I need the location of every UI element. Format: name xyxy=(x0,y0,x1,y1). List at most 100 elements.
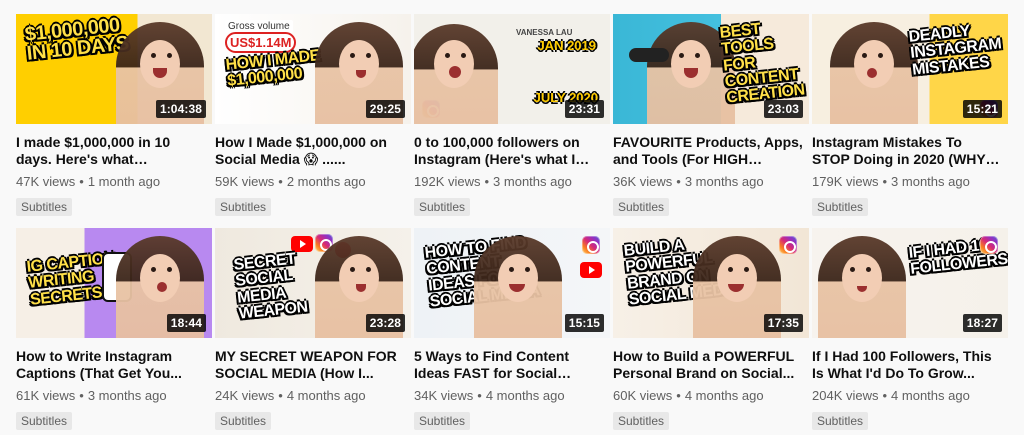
video-thumbnail[interactable]: BUILD A POWERFUL BRAND ON SOCIAL MEDIA 1… xyxy=(613,228,809,338)
video-title[interactable]: 0 to 100,000 followers on Instagram (Her… xyxy=(414,134,604,168)
view-count: 47K views xyxy=(16,174,76,189)
creator-face xyxy=(140,40,180,88)
date-badge-top: JAN 2019 xyxy=(537,38,596,53)
eye xyxy=(461,53,466,58)
separator-dot: • xyxy=(882,174,888,189)
video-card[interactable]: IF I HAD 100 FOLLOWERS... 18:27 If I Had… xyxy=(812,228,1008,435)
separator-dot: • xyxy=(278,174,283,189)
video-card[interactable]: IG CAPTION WRITING SECRETS 18:44 How to … xyxy=(16,228,212,435)
video-stats: 36K views • 3 months ago xyxy=(613,174,809,190)
creator-face xyxy=(717,254,757,302)
video-thumbnail[interactable]: VANESSA LAU JAN 2019 JULY 2020 23:31 xyxy=(414,14,610,124)
separator-dot: • xyxy=(278,388,283,403)
video-thumbnail[interactable]: IG CAPTION WRITING SECRETS 18:44 xyxy=(16,228,212,338)
video-card[interactable]: BUILD A POWERFUL BRAND ON SOCIAL MEDIA 1… xyxy=(613,228,809,435)
video-thumbnail[interactable]: DEADLY INSTAGRAM MISTAKES 15:21 xyxy=(812,14,1008,124)
separator-dot: • xyxy=(676,388,681,403)
instagram-icon xyxy=(779,236,797,254)
upload-age: 2 months ago xyxy=(286,174,366,189)
video-meta: FAVOURITE Products, Apps, and Tools (For… xyxy=(613,124,809,216)
creator-face xyxy=(842,254,882,302)
video-title[interactable]: How to Write Instagram Captions (That Ge… xyxy=(16,348,206,382)
video-title[interactable]: How I Made $1,000,000 on Social Media 😱 … xyxy=(215,134,405,168)
upload-age: 4 months ago xyxy=(891,388,970,403)
video-meta: MY SECRET WEAPON FOR SOCIAL MEDIA (How I… xyxy=(215,338,411,430)
video-card[interactable]: $1,000,000 IN 10 DAYS 1:04:38 I made $1,… xyxy=(16,14,212,221)
view-count: 60K views xyxy=(613,388,673,403)
video-duration: 17:35 xyxy=(763,314,803,332)
video-meta: If I Had 100 Followers, This Is What I'd… xyxy=(812,338,1008,430)
video-title[interactable]: 5 Ways to Find Content Ideas FAST for So… xyxy=(414,348,604,382)
creator-face xyxy=(434,40,474,88)
subtitles-badge: Subtitles xyxy=(16,412,73,430)
video-duration: 23:03 xyxy=(763,100,803,118)
video-duration: 23:31 xyxy=(564,100,604,118)
video-stats: 60K views • 4 months ago xyxy=(613,388,809,404)
video-grid: $1,000,000 IN 10 DAYS 1:04:38 I made $1,… xyxy=(16,14,1008,435)
thumbnail-headline: BEST TOOLS FOR CONTENT CREATION xyxy=(718,20,806,107)
upload-age: 4 months ago xyxy=(286,388,366,403)
video-meta: Instagram Mistakes To STOP Doing in 2020… xyxy=(812,124,1008,216)
video-card[interactable]: SECRET SOCIAL MEDIA WEAPON 23:28 MY SECR… xyxy=(215,228,411,435)
video-card[interactable]: Gross volume US$1.14M HOW I MADE $1,000,… xyxy=(215,14,411,221)
video-title[interactable]: I made $1,000,000 in 10 days. Here's wha… xyxy=(16,134,206,168)
video-meta: How I Made $1,000,000 on Social Media 😱 … xyxy=(215,124,411,216)
eye xyxy=(509,267,514,272)
video-title[interactable]: If I Had 100 Followers, This Is What I'd… xyxy=(812,348,1002,382)
separator-dot: • xyxy=(79,388,84,403)
video-thumbnail[interactable]: BEST TOOLS FOR CONTENT CREATION 23:03 xyxy=(613,14,809,124)
eye xyxy=(366,267,371,272)
video-thumbnail[interactable]: IF I HAD 100 FOLLOWERS... 18:27 xyxy=(812,228,1008,338)
mouth xyxy=(867,68,877,78)
video-title[interactable]: MY SECRET WEAPON FOR SOCIAL MEDIA (How I… xyxy=(215,348,405,382)
view-count: 179K views xyxy=(812,174,879,189)
eye xyxy=(151,53,156,58)
eye xyxy=(679,53,684,58)
view-count: 36K views xyxy=(613,174,673,189)
video-thumbnail[interactable]: Gross volume US$1.14M HOW I MADE $1,000,… xyxy=(215,14,411,124)
eye xyxy=(878,53,883,58)
video-duration: 15:15 xyxy=(564,314,604,332)
subtitles-badge: Subtitles xyxy=(812,412,869,430)
upload-age: 4 months ago xyxy=(485,388,565,403)
video-duration: 1:04:38 xyxy=(155,100,206,118)
separator-dot: • xyxy=(676,174,681,189)
video-title[interactable]: Instagram Mistakes To STOP Doing in 2020… xyxy=(812,134,1002,168)
view-count: 204K views xyxy=(812,388,879,403)
creator-face xyxy=(339,254,379,302)
video-card[interactable]: DEADLY INSTAGRAM MISTAKES 15:21 Instagra… xyxy=(812,14,1008,221)
eye xyxy=(728,267,733,272)
view-count: 192K views xyxy=(414,174,481,189)
upload-age: 4 months ago xyxy=(684,388,764,403)
video-title[interactable]: FAVOURITE Products, Apps, and Tools (For… xyxy=(613,134,803,168)
video-thumbnail[interactable]: HOW TO FIND CONTENT IDEAS FOR SOCIAL MED… xyxy=(414,228,610,338)
video-card[interactable]: HOW TO FIND CONTENT IDEAS FOR SOCIAL MED… xyxy=(414,228,610,435)
view-count: 34K views xyxy=(414,388,474,403)
mouth xyxy=(157,282,167,292)
video-thumbnail[interactable]: $1,000,000 IN 10 DAYS 1:04:38 xyxy=(16,14,212,124)
youtube-icon xyxy=(580,262,602,278)
subtitles-badge: Subtitles xyxy=(613,412,670,430)
video-title[interactable]: How to Build a POWERFUL Personal Brand o… xyxy=(613,348,803,382)
eye xyxy=(862,53,867,58)
video-meta: I made $1,000,000 in 10 days. Here's wha… xyxy=(16,124,212,216)
eye xyxy=(350,267,355,272)
video-stats: 59K views • 2 months ago xyxy=(215,174,411,190)
eye xyxy=(167,53,172,58)
eye xyxy=(744,267,749,272)
video-stats: 61K views • 3 months ago xyxy=(16,388,212,404)
subtitles-badge: Subtitles xyxy=(215,412,272,430)
eye xyxy=(167,267,172,272)
video-stats: 34K views • 4 months ago xyxy=(414,388,610,404)
eye xyxy=(850,267,855,272)
eye xyxy=(366,53,371,58)
video-card[interactable]: BEST TOOLS FOR CONTENT CREATION 23:03 FA… xyxy=(613,14,809,221)
view-count: 24K views xyxy=(215,388,275,403)
video-thumbnail[interactable]: SECRET SOCIAL MEDIA WEAPON 23:28 xyxy=(215,228,411,338)
video-duration: 23:28 xyxy=(365,314,405,332)
upload-age: 3 months ago xyxy=(891,174,970,189)
subtitles-badge: Subtitles xyxy=(215,198,272,216)
video-card[interactable]: VANESSA LAU JAN 2019 JULY 2020 23:31 0 t… xyxy=(414,14,610,221)
creator-face xyxy=(498,254,538,302)
video-stats: 24K views • 4 months ago xyxy=(215,388,411,404)
